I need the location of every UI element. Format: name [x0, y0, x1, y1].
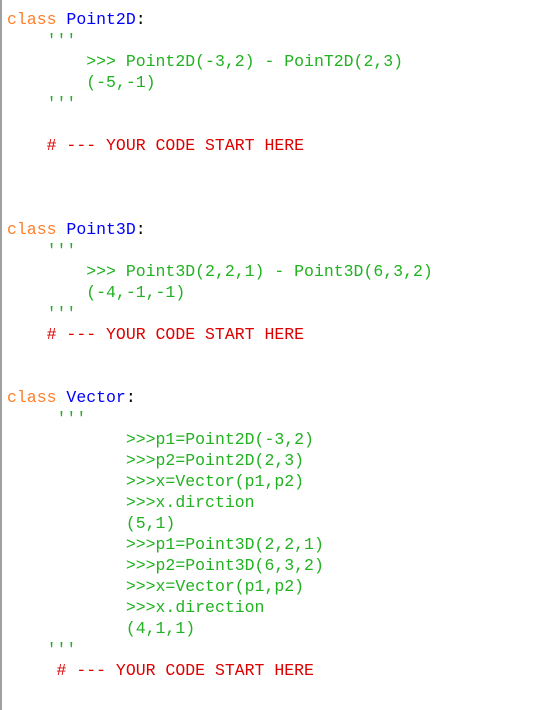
docstring-token: (-4,-1,-1) — [86, 283, 186, 302]
docstring-token: >>>x.direction — [125, 598, 265, 617]
keyword-token: class — [7, 388, 57, 407]
code-line: class Point3D: — [7, 219, 433, 240]
code-line: ''' — [7, 303, 433, 324]
code-line: >>>p2=Point3D(6,3,2) — [7, 555, 433, 576]
docstring-token: >>>x=Vector(p1,p2) — [125, 472, 305, 491]
code-line: # --- YOUR CODE START HERE — [7, 660, 433, 681]
code-line: ''' — [7, 240, 433, 261]
class-name-token: Point2D — [66, 10, 136, 29]
docstring-token: (4,1,1) — [125, 619, 196, 638]
docstring-token: >>> Point3D(2,2,1) - Point3D(6,3,2) — [86, 262, 433, 281]
code-line: class Point2D: — [7, 9, 433, 30]
docstring-token: ''' — [46, 304, 77, 323]
code-line: (-4,-1,-1) — [7, 282, 433, 303]
punctuation-token: : — [135, 220, 146, 239]
docstring-token: (-5,-1) — [86, 73, 156, 92]
code-line: # --- YOUR CODE START HERE — [7, 324, 433, 345]
code-line: >>>x.dirction — [7, 492, 433, 513]
docstring-token: >>> Point2D(-3,2) - PoinT2D(2,3) — [86, 52, 404, 71]
code-line: >>>p1=Point3D(2,2,1) — [7, 534, 433, 555]
code-line: >>>x=Vector(p1,p2) — [7, 471, 433, 492]
punctuation-token — [57, 388, 67, 407]
docstring-token: >>>p2=Point2D(2,3) — [125, 451, 305, 470]
code-line: (4,1,1) — [7, 618, 433, 639]
class-name-token: Point3D — [66, 220, 136, 239]
docstring-token: >>>p1=Point2D(-3,2) — [125, 430, 314, 449]
code-line: ''' — [7, 30, 433, 51]
docstring-token: >>>x.dirction — [125, 493, 255, 512]
comment-token: # --- YOUR CODE START HERE — [56, 661, 314, 680]
class-name-token: Vector — [66, 388, 126, 407]
punctuation-token — [57, 220, 67, 239]
docstring-token: ''' — [46, 31, 77, 50]
comment-token: # --- YOUR CODE START HERE — [46, 325, 305, 344]
code-line: ''' — [7, 408, 433, 429]
code-line: (5,1) — [7, 513, 433, 534]
docstring-token: ''' — [46, 241, 77, 260]
docstring-token: ''' — [46, 94, 77, 113]
punctuation-token — [57, 10, 67, 29]
code-text-area[interactable]: class Point2D: ''' >>> Point2D(-3,2) - P… — [7, 9, 433, 681]
code-line: >>> Point3D(2,2,1) - Point3D(6,3,2) — [7, 261, 433, 282]
docstring-token: ''' — [46, 640, 77, 659]
docstring-token: >>>p2=Point3D(6,3,2) — [125, 556, 324, 575]
code-line: >>>x=Vector(p1,p2) — [7, 576, 433, 597]
code-line: ''' — [7, 93, 433, 114]
keyword-token: class — [7, 220, 57, 239]
docstring-token: >>>p1=Point3D(2,2,1) — [125, 535, 324, 554]
docstring-token: (5,1) — [125, 514, 176, 533]
code-line: class Vector: — [7, 387, 433, 408]
code-line: ''' — [7, 639, 433, 660]
code-line: >>>p2=Point2D(2,3) — [7, 450, 433, 471]
code-line: >>>x.direction — [7, 597, 433, 618]
comment-token: # --- YOUR CODE START HERE — [46, 136, 305, 155]
docstring-token: ''' — [56, 409, 87, 428]
code-line: >>> Point2D(-3,2) - PoinT2D(2,3) — [7, 51, 433, 72]
docstring-token: >>>x=Vector(p1,p2) — [125, 577, 305, 596]
punctuation-token: : — [125, 388, 136, 407]
keyword-token: class — [7, 10, 57, 29]
code-line: >>>p1=Point2D(-3,2) — [7, 429, 433, 450]
code-line: # --- YOUR CODE START HERE — [7, 135, 433, 156]
code-line: (-5,-1) — [7, 72, 433, 93]
punctuation-token: : — [135, 10, 146, 29]
code-editor[interactable]: class Point2D: ''' >>> Point2D(-3,2) - P… — [0, 0, 546, 710]
